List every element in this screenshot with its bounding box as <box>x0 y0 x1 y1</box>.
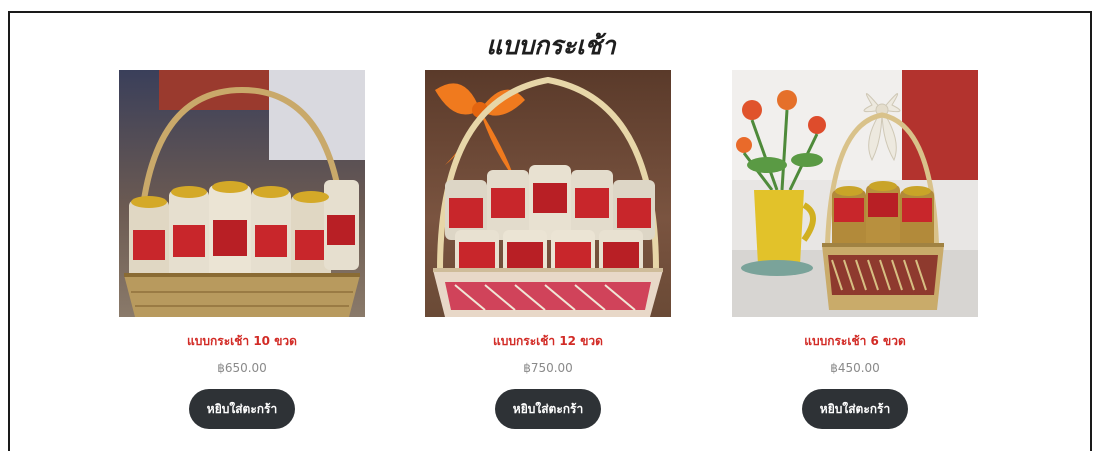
product-name[interactable]: แบบกระเช้า 6 ขวด <box>732 333 978 349</box>
product-grid: แบบกระเช้า 10 ขวด ฿650.00 หยิบใส่ตะกร้า <box>0 70 1102 440</box>
product-name[interactable]: แบบกระเช้า 10 ขวด <box>119 333 365 349</box>
add-to-cart-button[interactable]: หยิบใส่ตะกร้า <box>801 389 909 429</box>
product-image-basket-10[interactable] <box>119 70 365 317</box>
product-image-basket-6[interactable] <box>732 70 978 317</box>
product-card: แบบกระเช้า 10 ขวด ฿650.00 หยิบใส่ตะกร้า <box>119 70 365 429</box>
add-to-cart-button[interactable]: หยิบใส่ตะกร้า <box>494 389 602 429</box>
product-card: แบบกระเช้า 12 ขวด ฿750.00 หยิบใส่ตะกร้า <box>425 70 671 429</box>
product-price: ฿750.00 <box>523 361 573 375</box>
product-name[interactable]: แบบกระเช้า 12 ขวด <box>425 333 671 349</box>
section-title: แบบกระเช้า <box>486 31 616 60</box>
product-price: ฿650.00 <box>217 361 267 375</box>
product-image-basket-12[interactable] <box>425 70 671 317</box>
add-to-cart-button[interactable]: หยิบใส่ตะกร้า <box>188 389 296 429</box>
product-price: ฿450.00 <box>830 361 880 375</box>
product-card: แบบกระเช้า 6 ขวด ฿450.00 หยิบใส่ตะกร้า <box>732 70 978 429</box>
